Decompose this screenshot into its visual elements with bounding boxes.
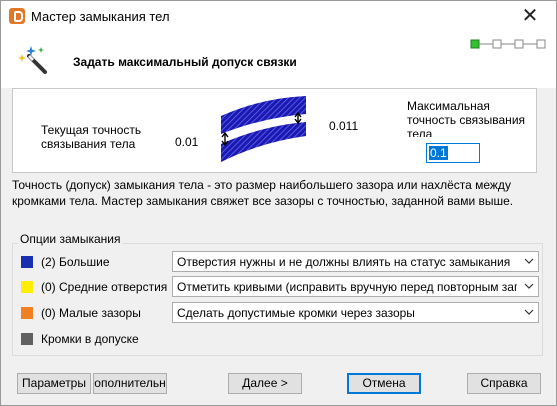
options-group: Опции замыкания (2) Большие Отверстия ну… [12, 232, 543, 360]
tolerance-panel: Текущая точность связывания тела 0.01 0.… [12, 88, 537, 173]
small-label: (0) Малые зазоры [41, 306, 141, 320]
large-label: (2) Большие [41, 255, 110, 269]
medium-holes-select[interactable]: Отметить кривыми (исправить вручную пере… [172, 276, 539, 297]
page-title: Задать максимальный допуск связки [73, 55, 297, 69]
options-group-title: Опции замыкания [18, 232, 123, 246]
small-gaps-select[interactable]: Сделать допустимые кромки через зазоры [172, 302, 539, 323]
in-tolerance-swatch [21, 333, 33, 345]
max-tolerance-input[interactable]: 0.1 [426, 143, 480, 163]
current-tolerance-value: 0.01 [175, 135, 199, 149]
description-text: Точность (допуск) замыкания тела - это р… [12, 178, 514, 208]
medium-swatch [21, 281, 33, 293]
max-tolerance-value: 0.1 [429, 146, 448, 160]
next-button[interactable]: Далее > [228, 373, 302, 394]
additional-button[interactable]: ополнительн [93, 373, 167, 394]
gap-tolerance-value: 0.011 [329, 119, 359, 133]
current-tolerance-label: Текущая точность связывания тела [41, 123, 142, 151]
app-logo-icon [9, 8, 25, 24]
large-gaps-select[interactable]: Отверстия нужны и не должны влиять на ст… [172, 251, 539, 272]
large-gaps-select-value: Отверстия нужны и не должны влиять на ст… [177, 255, 511, 269]
max-tolerance-label: Максимальная точность связывания тела [407, 99, 526, 137]
chevron-down-icon [524, 283, 534, 289]
chevron-down-icon [524, 309, 534, 315]
large-swatch [21, 256, 33, 268]
medium-holes-select-value: Отметить кривыми (исправить вручную пере… [177, 280, 517, 294]
in-tolerance-label: Кромки в допуске [41, 332, 139, 346]
gap-diagram [221, 96, 306, 162]
small-gaps-select-value: Сделать допустимые кромки через зазоры [177, 306, 415, 320]
wizard-window: Мастер замыкания тел ✕ Задать максимальн… [0, 0, 557, 406]
chevron-down-icon [524, 258, 534, 264]
title-bar: Мастер замыкания тел ✕ [1, 1, 556, 32]
window-title: Мастер замыкания тел [31, 9, 170, 24]
parameters-button[interactable]: Параметры [17, 373, 91, 394]
wizard-header: Задать максимальный допуск связки [1, 32, 556, 88]
help-button[interactable]: Справка [467, 373, 541, 394]
medium-label: (0) Средние отверстия [41, 280, 168, 294]
close-icon[interactable]: ✕ [510, 1, 550, 32]
wizard-wand-icon [18, 46, 47, 74]
step-indicator [470, 39, 546, 49]
small-swatch [21, 307, 33, 319]
cancel-button[interactable]: Отмена [347, 373, 421, 394]
